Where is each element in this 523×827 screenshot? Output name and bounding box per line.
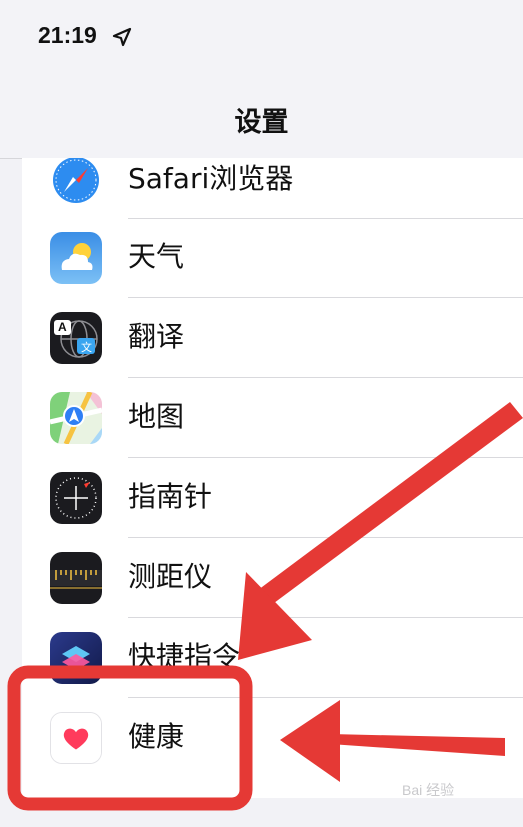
page-title: 设置 [234, 107, 289, 138]
ruler-icon [50, 552, 102, 604]
health-heart-icon [50, 712, 102, 764]
translate-icon-letter: A [58, 320, 67, 334]
settings-item-label: 天气 [128, 240, 185, 273]
maps-icon [50, 392, 102, 444]
settings-item-label: 快捷指令 [128, 640, 241, 673]
settings-item-label: 指南针 [128, 480, 213, 513]
settings-item-health[interactable]: 健康 [22, 698, 523, 778]
safari-compass-icon [50, 158, 102, 206]
settings-item-label: 翻译 [128, 320, 185, 353]
watermark: Bai 经验 [402, 782, 455, 798]
settings-item-safari[interactable]: Safari浏览器 [22, 158, 523, 220]
compass-icon [50, 472, 102, 524]
settings-item-compass[interactable]: 指南针 [22, 458, 523, 538]
settings-item-measure[interactable]: 测距仪 [22, 538, 523, 618]
bottom-area [0, 798, 523, 827]
settings-item-weather[interactable]: 天气 [22, 218, 523, 298]
settings-item-shortcuts[interactable]: 快捷指令 [22, 618, 523, 698]
weather-cloud-icon [50, 232, 102, 284]
settings-item-maps[interactable]: 地图 [22, 378, 523, 458]
settings-list: Safari浏览器 天气 A 文 翻译 地图 指南针 测距仪 快捷指令 健康 [22, 158, 523, 798]
translate-icon: A 文 [50, 312, 102, 364]
settings-item-label: 健康 [128, 720, 185, 753]
shortcuts-icon [50, 632, 102, 684]
navigation-bar: 设置 [0, 78, 523, 159]
settings-item-label: Safari浏览器 [128, 162, 294, 195]
location-arrow-icon [112, 27, 132, 47]
status-bar: 21:19 [0, 0, 523, 78]
settings-item-label: 测距仪 [128, 560, 213, 593]
settings-item-label: 地图 [128, 400, 185, 433]
translate-icon-char: 文 [81, 341, 92, 354]
status-time: 21:19 [38, 22, 97, 48]
settings-item-translate[interactable]: A 文 翻译 [22, 298, 523, 378]
